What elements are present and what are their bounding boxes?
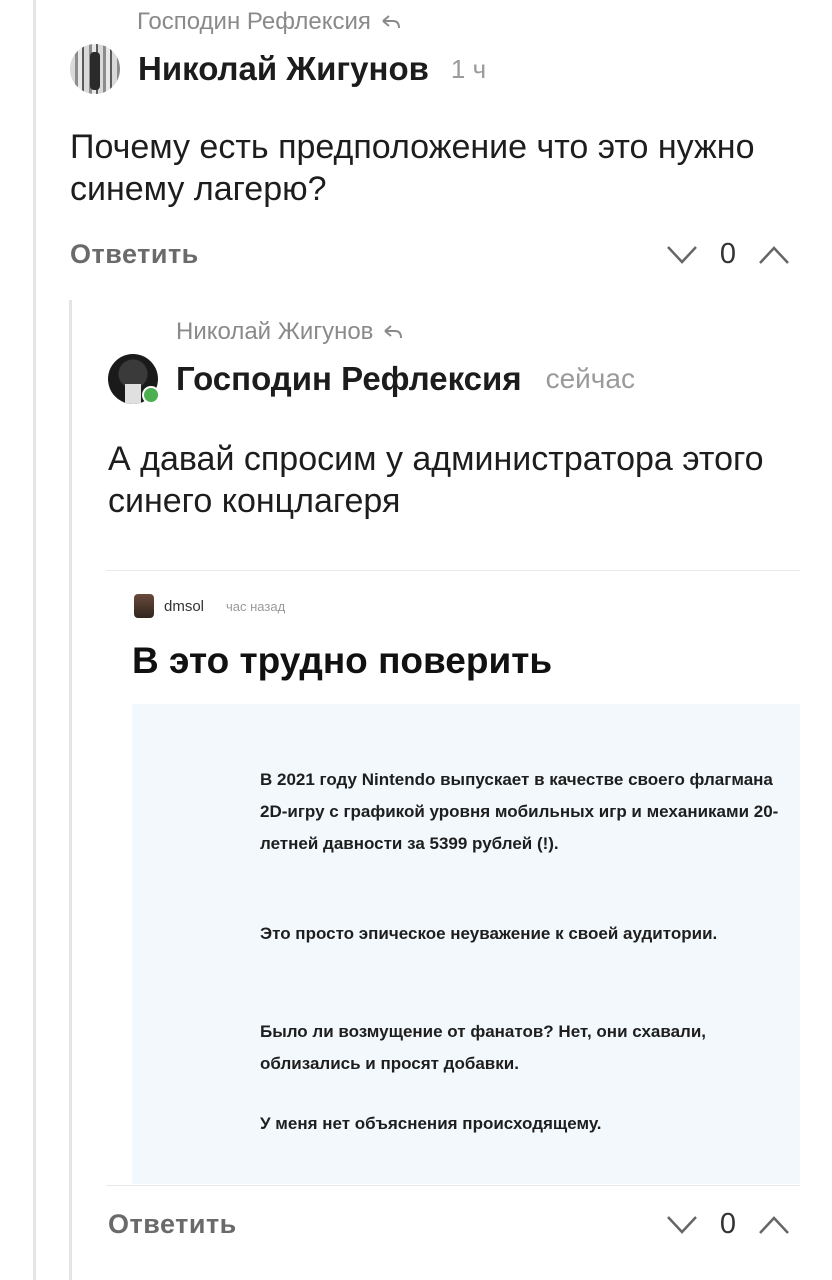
comment-text: Почему есть предположение что это нужно … [70, 128, 755, 208]
embed-paragraph: В 2021 году Nintendo выпускает в качеств… [260, 770, 779, 853]
reply-arrow-icon [384, 325, 403, 339]
comment-time: сейчас [545, 363, 635, 394]
comment-header: Господин Рефлексия сейчас [108, 354, 635, 404]
embed-title: В это трудно поверить [132, 640, 553, 681]
reply-to-link[interactable]: Господин Рефлексия [137, 8, 401, 36]
chevron-down-icon[interactable] [666, 1215, 698, 1235]
embed-text-block: В 2021 году Nintendo выпускает в качеств… [132, 704, 800, 1184]
embed-paragraph: Это просто эпическое неуважение к своей … [260, 924, 718, 943]
vote-count: 0 [719, 238, 736, 270]
author-name[interactable]: Николай Жигунов [138, 50, 429, 88]
chevron-up-icon[interactable] [758, 1215, 790, 1235]
vote-controls: 0 [666, 238, 790, 271]
comment-header: Николай Жигунов 1 ч [70, 44, 486, 94]
chevron-down-icon[interactable] [666, 245, 698, 265]
divider [106, 570, 800, 571]
vote-count: 0 [719, 1208, 736, 1240]
comment-text: А давай спросим у администратора этого с… [108, 440, 764, 520]
reply-button[interactable]: Ответить [108, 1209, 237, 1240]
embed-paragraph: У меня нет объяснения происходящему. [260, 1114, 602, 1133]
thread-line-inner [69, 300, 72, 1280]
embed-time: час назад [226, 598, 286, 614]
embed-avatar [134, 594, 154, 618]
comment-actions: Ответить 0 [108, 1208, 790, 1241]
author-name[interactable]: Господин Рефлексия [176, 360, 522, 398]
comment-actions: Ответить 0 [70, 238, 790, 271]
reply-arrow-icon [382, 15, 400, 29]
embedded-post-image[interactable]: dmsol час назад В это трудно поверить В … [106, 570, 800, 1186]
embed-author-row: dmsol час назад [134, 594, 285, 618]
reply-to-name: Николай Жигунов [176, 318, 374, 345]
avatar[interactable] [70, 44, 120, 94]
thread-line-outer [33, 0, 36, 1280]
embed-paragraph: Было ли возмущение от фанатов? Нет, они … [260, 1022, 707, 1073]
divider [106, 1185, 800, 1186]
reply-to-link[interactable]: Николай Жигунов [176, 318, 403, 346]
avatar-wrapper [108, 354, 160, 404]
online-indicator [142, 386, 160, 404]
chevron-up-icon[interactable] [758, 245, 790, 265]
reply-button[interactable]: Ответить [70, 239, 199, 270]
reply-to-name: Господин Рефлексия [137, 8, 371, 35]
comment-time: 1 ч [450, 53, 487, 84]
embed-author-name: dmsol [164, 597, 205, 615]
vote-controls: 0 [666, 1208, 790, 1241]
